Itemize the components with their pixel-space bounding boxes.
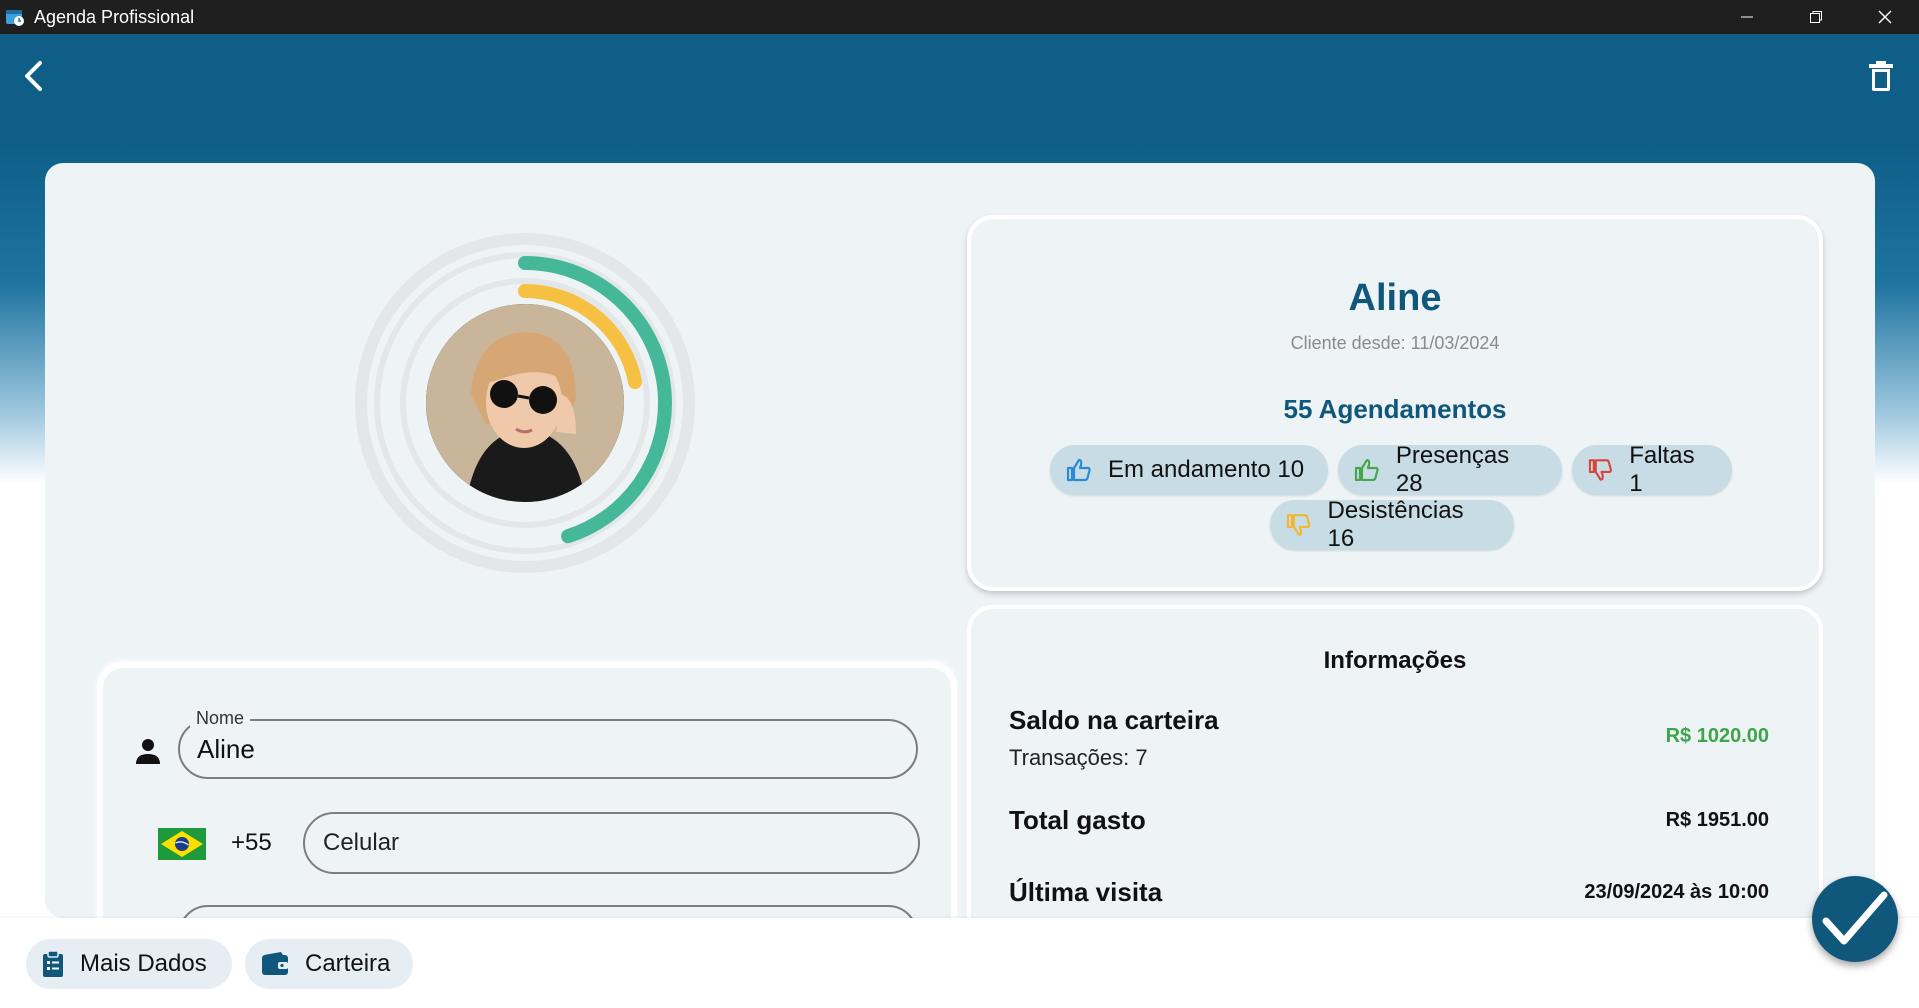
minimize-button[interactable] [1712, 0, 1781, 34]
restore-button[interactable] [1781, 0, 1850, 34]
chip-cancellations-label: Desistências 16 [1327, 497, 1464, 552]
chip-attendances-label: Presenças 28 [1395, 442, 1510, 497]
chip-absences-label: Faltas 1 [1629, 442, 1695, 497]
save-button[interactable] [1812, 876, 1898, 962]
chip-in-progress-label: Em andamento 10 [1108, 456, 1305, 483]
thumbs-down-icon [1588, 459, 1612, 481]
restore-icon [1809, 11, 1822, 23]
wallet-balance-label: Saldo na carteira [1009, 705, 1219, 735]
client-since: Cliente desde: 11/03/2024 [1290, 333, 1500, 353]
transactions-count: Transações: 7 [1009, 745, 1148, 770]
name-value: Aline [197, 733, 255, 764]
avatar [426, 304, 624, 502]
thumbs-up-icon [1354, 458, 1379, 482]
person-icon [136, 739, 160, 764]
chip-in-progress[interactable]: Em andamento 10 [1050, 445, 1328, 495]
chip-absences[interactable]: Faltas 1 [1572, 442, 1732, 497]
wallet-label: Carteira [305, 950, 391, 977]
minimize-icon [1740, 16, 1753, 18]
wallet-button[interactable]: Carteira [245, 939, 413, 989]
chip-attendances[interactable]: Presenças 28 [1338, 442, 1562, 497]
country-code: +55 [231, 829, 272, 856]
delete-button[interactable] [1863, 56, 1899, 96]
last-visit-value: 23/09/2024 às 10:00 [1584, 881, 1769, 903]
checkmark-icon [1822, 891, 1888, 945]
appointments-count: 55 Agendamentos [1283, 394, 1507, 424]
info-title: Informações [1323, 647, 1467, 674]
brazil-flag-icon[interactable] [158, 828, 206, 860]
total-spent-label: Total gasto [1009, 805, 1146, 835]
trash-icon [1869, 61, 1893, 91]
more-data-label: Mais Dados [80, 950, 207, 977]
back-button[interactable] [18, 56, 50, 96]
close-icon [1878, 10, 1891, 24]
phone-placeholder: Celular [323, 829, 400, 856]
avatar-portrait [426, 304, 624, 502]
thumbs-up-icon [1066, 458, 1091, 482]
close-button[interactable] [1850, 0, 1919, 34]
thumbs-down-icon [1286, 514, 1311, 536]
wallet-balance-value: R$ 1020.00 [1665, 725, 1769, 747]
chevron-left-icon [25, 61, 42, 91]
phone-input[interactable]: Celular [303, 812, 920, 874]
name-input[interactable]: Aline [178, 719, 918, 779]
clipboard-icon [43, 950, 63, 977]
client-name: Aline [1348, 277, 1442, 319]
window-title: Agenda Profissional [34, 6, 195, 27]
avatar-progress [350, 228, 700, 578]
name-label: Nome [190, 708, 251, 729]
chip-cancellations[interactable]: Desistências 16 [1270, 497, 1514, 552]
window-titlebar: Agenda Profissional [0, 0, 1919, 34]
more-data-button[interactable]: Mais Dados [26, 939, 232, 989]
app-logo-icon [6, 10, 24, 26]
wallet-icon [262, 952, 288, 975]
last-visit-label: Última visita [1009, 877, 1163, 907]
total-spent-value: R$ 1951.00 [1665, 809, 1769, 831]
